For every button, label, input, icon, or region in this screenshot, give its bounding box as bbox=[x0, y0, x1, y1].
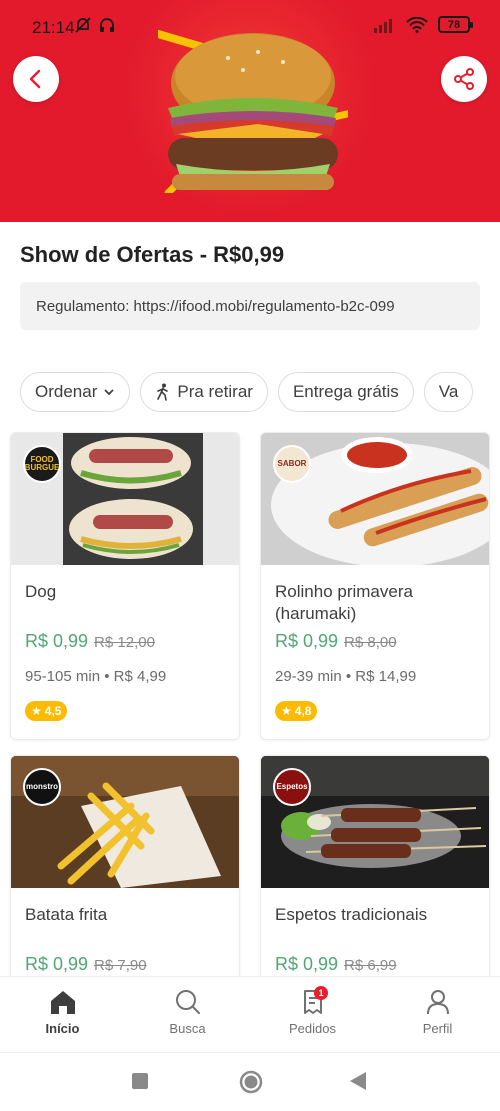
store-logo-text: SABOR bbox=[277, 459, 307, 468]
offer-price: R$ 0,99 bbox=[25, 631, 89, 651]
store-logo: SABOR bbox=[273, 445, 311, 483]
offer-meta: 95-105 min • R$ 4,99 bbox=[25, 668, 167, 685]
store-logo: monstro bbox=[23, 768, 61, 806]
filter-more-label: Va bbox=[438, 382, 459, 401]
nav-label-orders: Pedidos bbox=[289, 1021, 336, 1036]
store-logo-text: monstro bbox=[26, 782, 58, 791]
offer-price: R$ 0,99 bbox=[275, 631, 339, 651]
back-button[interactable] bbox=[13, 56, 59, 102]
offer-name: Rolinho primavera (harumaki) bbox=[275, 582, 413, 623]
filter-free-delivery-chip[interactable]: Entrega grátis bbox=[277, 372, 414, 412]
filter-sort-label: Ordenar bbox=[35, 382, 98, 401]
filter-free-delivery-label: Entrega grátis bbox=[292, 382, 399, 401]
offer-image-dog: FOOD BURGUE bbox=[11, 433, 239, 565]
signal-icon bbox=[374, 18, 392, 33]
recents-icon[interactable] bbox=[132, 1073, 148, 1089]
burger-image bbox=[158, 29, 348, 193]
offer-card-espetos[interactable]: Espetos Espetos tradicionais R$ 0,99 R$ … bbox=[260, 755, 490, 985]
price-row: R$ 0,99 R$ 12,00 bbox=[25, 631, 225, 652]
back-triangle-icon[interactable] bbox=[350, 1072, 366, 1090]
home-circle-icon[interactable] bbox=[239, 1070, 263, 1094]
offer-card-dog[interactable]: FOOD BURGUE Dog R$ 0,99 R$ 12,00 95-105 … bbox=[10, 432, 240, 740]
status-icons-left bbox=[74, 16, 116, 34]
store-logo-text: Espetos bbox=[276, 782, 308, 791]
filter-chips: Ordenar Pra retirar Entrega grátis Va bbox=[20, 372, 474, 412]
offer-card-body: Rolinho primavera (harumaki) R$ 0,99 R$ … bbox=[261, 565, 489, 733]
search-icon bbox=[175, 990, 200, 1014]
page-title: Show de Ofertas - R$0,99 bbox=[20, 242, 285, 267]
nav-label-search: Busca bbox=[169, 1021, 206, 1036]
offer-price: R$ 0,99 bbox=[25, 954, 89, 974]
offer-card-body: Dog R$ 0,99 R$ 12,00 95-105 min • R$ 4,9… bbox=[11, 565, 239, 733]
hero-banner: 21:14 78 bbox=[0, 0, 500, 222]
share-icon bbox=[454, 68, 474, 90]
offer-image-rolinho: SABOR bbox=[261, 433, 489, 565]
chevron-down-icon bbox=[104, 389, 115, 396]
nav-item-orders[interactable]: 1 Pedidos bbox=[250, 977, 375, 1052]
star-icon: ★ bbox=[281, 704, 292, 718]
filter-more-chip[interactable]: Va bbox=[423, 372, 474, 412]
status-icons-right: 78 bbox=[374, 16, 473, 33]
offer-image-espetos: Espetos bbox=[261, 756, 489, 888]
star-icon: ★ bbox=[31, 704, 42, 718]
offer-old-price: R$ 12,00 bbox=[94, 634, 155, 651]
offer-name: Dog bbox=[25, 582, 57, 601]
offer-image-batata: monstro bbox=[11, 756, 239, 888]
offer-card-rolinho[interactable]: SABOR Rolinho primavera (harumaki) R$ 0,… bbox=[260, 432, 490, 740]
chevron-left-icon bbox=[29, 69, 41, 89]
silent-bell-icon bbox=[75, 17, 91, 33]
wifi-icon bbox=[406, 16, 428, 33]
offer-name: Batata frita bbox=[25, 905, 108, 924]
offer-card-batata[interactable]: monstro Batata frita R$ 0,99 R$ 7,90 bbox=[10, 755, 240, 985]
nav-label-home: Início bbox=[45, 1021, 80, 1036]
home-icon bbox=[50, 991, 75, 1014]
offer-price: R$ 0,99 bbox=[275, 954, 339, 974]
orders-badge: 1 bbox=[314, 986, 328, 1000]
rating-value: 4,5 bbox=[44, 704, 62, 718]
offer-card-body: Batata frita R$ 0,99 R$ 7,90 bbox=[11, 888, 239, 984]
store-logo: Espetos bbox=[273, 768, 311, 806]
filter-sort-chip[interactable]: Ordenar bbox=[20, 372, 131, 412]
price-row: R$ 0,99 R$ 6,99 bbox=[275, 954, 475, 975]
rating-badge: ★ 4,5 bbox=[25, 701, 68, 721]
walking-person-icon bbox=[157, 383, 169, 401]
rating-value: 4,8 bbox=[294, 704, 312, 718]
offer-old-price: R$ 6,99 bbox=[344, 957, 397, 974]
nav-item-search[interactable]: Busca bbox=[125, 977, 250, 1052]
store-logo-text: FOOD BURGUE bbox=[24, 455, 60, 472]
price-row: R$ 0,99 R$ 7,90 bbox=[25, 954, 225, 975]
offer-old-price: R$ 8,00 bbox=[344, 634, 397, 651]
bottom-navigation: Início Busca 1 Pedidos Perfil bbox=[0, 976, 500, 1052]
headset-icon bbox=[100, 18, 114, 32]
profile-icon bbox=[426, 990, 449, 1015]
battery-indicator: 78 bbox=[438, 16, 473, 33]
nav-label-profile: Perfil bbox=[422, 1021, 453, 1036]
status-time: 21:14 bbox=[32, 18, 75, 37]
store-logo: FOOD BURGUE bbox=[23, 445, 61, 483]
share-button[interactable] bbox=[441, 56, 487, 102]
regulation-box[interactable]: Regulamento: https://ifood.mobi/regulame… bbox=[20, 282, 480, 330]
nav-item-home[interactable]: Início bbox=[0, 977, 125, 1052]
offer-meta: 29-39 min • R$ 14,99 bbox=[275, 668, 417, 685]
price-row: R$ 0,99 R$ 8,00 bbox=[275, 631, 475, 652]
offer-name: Espetos tradicionais bbox=[275, 905, 428, 924]
filter-pickup-label: Pra retirar bbox=[177, 382, 253, 401]
rating-badge: ★ 4,8 bbox=[275, 701, 318, 721]
filter-pickup-chip[interactable]: Pra retirar bbox=[140, 372, 268, 412]
offer-card-body: Espetos tradicionais R$ 0,99 R$ 6,99 bbox=[261, 888, 489, 984]
regulation-text: Regulamento: https://ifood.mobi/regulame… bbox=[36, 297, 395, 315]
nav-item-profile[interactable]: Perfil bbox=[375, 977, 500, 1052]
system-navigation-bar bbox=[0, 1052, 500, 1111]
offer-old-price: R$ 7,90 bbox=[94, 957, 147, 974]
